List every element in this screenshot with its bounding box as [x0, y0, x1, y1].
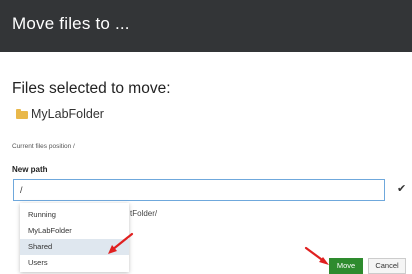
- new-path-input[interactable]: [13, 179, 385, 201]
- dialog-header: Move files to ...: [0, 0, 412, 52]
- dialog-title: Move files to ...: [12, 14, 130, 33]
- selected-file-name: MyLabFolder: [31, 107, 104, 121]
- dropdown-option-mylabfolder[interactable]: MyLabFolder: [20, 223, 129, 239]
- dropdown-option-shared[interactable]: Shared: [20, 239, 129, 255]
- checkmark-icon[interactable]: ✔: [397, 182, 406, 195]
- selected-file-item: MyLabFolder: [16, 106, 104, 122]
- red-arrow-to-move: [304, 246, 329, 265]
- path-dropdown: Running MyLabFolder Shared Users: [20, 203, 129, 272]
- new-path-label: New path: [12, 165, 48, 174]
- path-suggestion-text: tFolder/: [130, 209, 158, 218]
- folder-icon: [16, 109, 28, 119]
- current-position-text: Current files position /: [12, 143, 75, 150]
- dropdown-option-users[interactable]: Users: [20, 255, 129, 271]
- selected-files-heading: Files selected to move:: [12, 80, 171, 97]
- dropdown-option-running[interactable]: Running: [20, 207, 129, 223]
